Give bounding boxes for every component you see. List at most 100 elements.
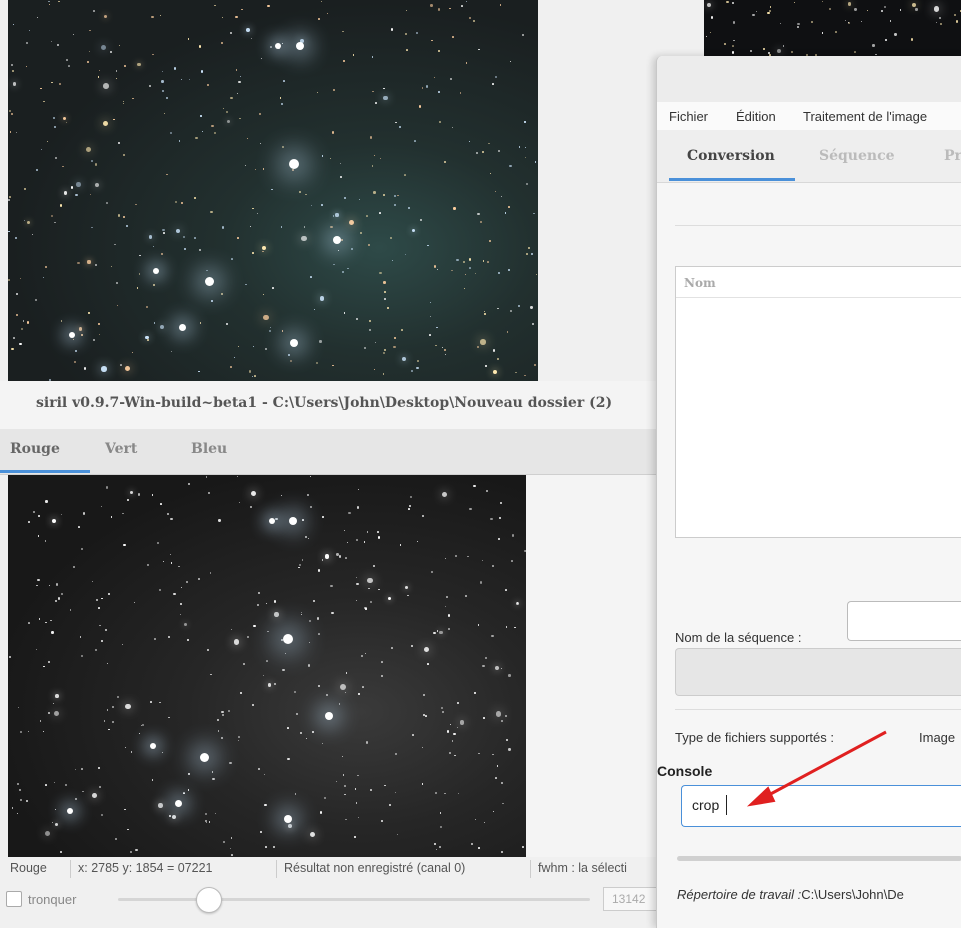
star xyxy=(498,149,501,152)
sequence-name-label: Nom de la séquence : xyxy=(675,630,802,645)
star xyxy=(106,662,108,665)
star xyxy=(112,720,115,724)
star xyxy=(379,211,382,214)
star xyxy=(42,276,44,279)
star xyxy=(317,569,321,572)
tab-vert[interactable]: Vert xyxy=(105,441,137,457)
star xyxy=(435,344,437,347)
star xyxy=(338,249,340,252)
star xyxy=(20,730,23,733)
star xyxy=(354,788,357,790)
star xyxy=(98,333,101,336)
star xyxy=(17,706,20,709)
star xyxy=(309,475,311,478)
star xyxy=(53,116,56,119)
star xyxy=(74,798,77,801)
star xyxy=(235,15,238,18)
star xyxy=(194,236,197,239)
star xyxy=(42,730,45,733)
level-slider-thumb[interactable] xyxy=(195,887,222,913)
menu-edition[interactable]: Édition xyxy=(736,109,776,124)
menu-fichier[interactable]: Fichier xyxy=(669,109,708,124)
sequence-name-input[interactable] xyxy=(847,601,961,641)
star xyxy=(180,78,183,81)
star xyxy=(12,69,15,72)
star xyxy=(19,277,22,279)
star xyxy=(346,541,348,543)
star xyxy=(64,784,67,787)
star xyxy=(524,374,526,376)
star xyxy=(393,203,396,206)
file-list[interactable]: Nom xyxy=(675,266,961,538)
star xyxy=(411,369,414,372)
star xyxy=(471,842,474,845)
star xyxy=(180,586,182,588)
star xyxy=(239,76,242,78)
star xyxy=(344,793,346,796)
star xyxy=(442,491,448,497)
star xyxy=(383,281,386,284)
star xyxy=(75,349,78,352)
divider xyxy=(675,225,961,226)
menu-traitement[interactable]: Traitement de l'image xyxy=(803,109,927,124)
bright-star xyxy=(68,332,75,339)
dialog-header[interactable] xyxy=(657,56,961,102)
star xyxy=(12,23,15,26)
file-list-header[interactable]: Nom xyxy=(676,267,961,298)
star xyxy=(165,96,168,100)
star xyxy=(52,702,54,704)
bright-star xyxy=(275,42,282,49)
star xyxy=(498,516,501,520)
star xyxy=(27,730,30,732)
tab-bleu[interactable]: Bleu xyxy=(191,441,227,457)
console-text: crop xyxy=(692,797,720,813)
star xyxy=(35,168,38,171)
star xyxy=(316,362,319,365)
star xyxy=(299,731,303,735)
supported-types-value: Image xyxy=(919,730,956,745)
star xyxy=(367,244,370,247)
star xyxy=(396,834,398,836)
star xyxy=(59,83,62,86)
star xyxy=(444,348,447,351)
star xyxy=(500,667,503,670)
star xyxy=(507,206,510,208)
star xyxy=(248,370,252,373)
star xyxy=(912,2,917,7)
tab-sequence[interactable]: Séquence xyxy=(819,148,895,164)
channel-image-view[interactable] xyxy=(8,475,526,857)
star xyxy=(12,807,14,809)
star xyxy=(390,237,393,240)
star xyxy=(405,33,408,36)
level-value-text: 13142 xyxy=(612,892,646,906)
star xyxy=(91,160,94,163)
star xyxy=(89,29,91,32)
star xyxy=(101,366,107,372)
tab-conversion[interactable]: Conversion xyxy=(687,148,775,164)
star xyxy=(469,507,472,510)
tab-rouge[interactable]: Rouge xyxy=(10,441,60,457)
siril-title-bar[interactable]: siril v0.9.7-Win-build~beta1 - C:\Users\… xyxy=(0,381,660,430)
star xyxy=(733,39,735,42)
level-slider-track[interactable] xyxy=(118,898,590,901)
star xyxy=(429,315,432,318)
star xyxy=(262,168,265,170)
tab-pretraitement[interactable]: Pr xyxy=(944,148,961,164)
level-value-field[interactable]: 13142 xyxy=(603,887,660,911)
truncate-checkbox[interactable] xyxy=(6,891,22,907)
star xyxy=(60,593,64,596)
star xyxy=(369,789,372,792)
star xyxy=(11,63,14,66)
star xyxy=(233,356,235,358)
star xyxy=(343,529,346,532)
star xyxy=(104,14,108,18)
console-input[interactable]: crop xyxy=(681,785,961,827)
star xyxy=(89,50,91,52)
star xyxy=(482,559,484,561)
star xyxy=(314,309,316,311)
star xyxy=(116,696,119,699)
convert-button[interactable] xyxy=(675,648,961,696)
star xyxy=(48,660,51,663)
star xyxy=(848,21,850,23)
star xyxy=(111,265,113,267)
